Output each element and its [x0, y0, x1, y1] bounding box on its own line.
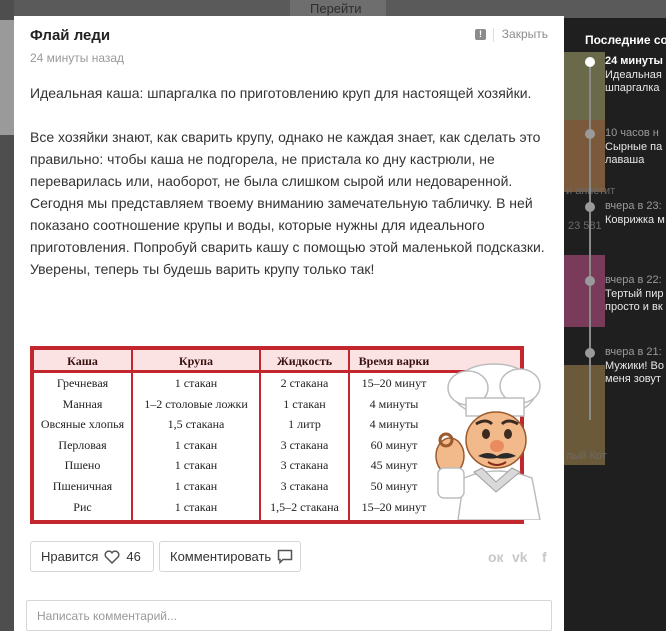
- table-cell: 1,5 стакана: [167, 417, 225, 432]
- table-cell: 2 стакана: [280, 376, 329, 390]
- table-cell: 3 стакана: [280, 437, 329, 452]
- table-cell: Перловая: [58, 437, 107, 452]
- table-cell: Пшеничная: [52, 478, 113, 493]
- report-icon[interactable]: !: [475, 29, 486, 40]
- sidebar-item-time: 24 минуты: [605, 55, 663, 67]
- post-paragraph: Все хозяйки знают, как сварить крупу, од…: [30, 129, 545, 277]
- timeline-line: [589, 60, 591, 420]
- sidebar-item-time: 10 часов н: [605, 127, 659, 139]
- like-label: Нравится: [41, 549, 99, 564]
- table-cell: Овсяные хлопья: [40, 417, 125, 432]
- table-cell: 1 стакан: [283, 396, 326, 411]
- background-card: [0, 20, 14, 135]
- table-cell: 1 литр: [288, 417, 321, 432]
- table-cell: 1 стакан: [174, 458, 218, 473]
- sidebar-item-time: вчера в 23:: [605, 200, 662, 212]
- table-cell: 50 минут: [370, 478, 418, 493]
- table-cell: Гречневая: [56, 376, 109, 390]
- facebook-icon[interactable]: f: [542, 549, 547, 565]
- timeline-dot: [585, 129, 595, 139]
- sidebar-title: Последние со: [585, 33, 666, 47]
- header-divider: [493, 28, 494, 42]
- background-thumbnail: [563, 255, 605, 327]
- background-thumbnail: [563, 120, 605, 192]
- post-time[interactable]: 24 минуты назад: [30, 51, 548, 65]
- like-button[interactable]: Нравится 46: [30, 541, 154, 572]
- background-snippet: лый Кот: [566, 450, 607, 462]
- table-column-kasha: Каша Гречневая Манная Овсяные хлопья Пер…: [34, 350, 131, 520]
- table-cell: 3 стакана: [280, 458, 329, 473]
- background-thumbnail: [563, 52, 605, 124]
- table-cell: 4 минуты: [369, 417, 419, 432]
- odnoklassniki-icon[interactable]: ок: [488, 549, 504, 565]
- post-header: Флай леди 24 минуты назад ! Закрыть: [30, 27, 548, 65]
- table-cell: 1–2 столовые ложки: [144, 396, 248, 411]
- table-column-time: Время варки 15–20 минут 4 минуты 4 минут…: [350, 350, 438, 520]
- post-paragraph: Идеальная каша: шпаргалка по приготовлен…: [30, 85, 532, 101]
- table-cell: 1 стакан: [174, 499, 218, 514]
- sidebar-item-text: Идеальная шпаргалка: [605, 69, 662, 94]
- table-header: Жидкость: [276, 354, 333, 368]
- table-cell: 4 минуты: [369, 396, 419, 411]
- table-cell: Пшено: [64, 458, 101, 473]
- table-cell: 3 стакана: [280, 478, 329, 493]
- table-cell: 1 стакан: [174, 376, 218, 390]
- heart-icon: [104, 549, 120, 564]
- table-cell: Манная: [62, 396, 103, 411]
- table-cell: 60 минут: [370, 437, 418, 452]
- chef-illustration: [435, 363, 541, 520]
- timeline-dot: [585, 348, 595, 358]
- table-column-krupa: Крупа 1 стакан 1–2 столовые ложки 1,5 ст…: [133, 350, 259, 520]
- post-body: Идеальная каша: шпаргалка по приготовлен…: [30, 82, 550, 302]
- table-cell: 1 стакан: [174, 437, 218, 452]
- vk-icon[interactable]: vk: [512, 549, 528, 565]
- table-header: Каша: [67, 354, 98, 368]
- like-count: 46: [126, 549, 141, 564]
- table-cell: 15–20 минут: [361, 376, 427, 390]
- table-cell: 1,5–2 стакана: [270, 499, 339, 514]
- sidebar-item-text: Мужики! Во меня зовут: [605, 360, 664, 385]
- post-image[interactable]: Каша Гречневая Манная Овсяные хлопья Пер…: [30, 346, 550, 526]
- table-cell: 45 минут: [370, 458, 418, 473]
- table-column-liquid: Жидкость 2 стакана 1 стакан 1 литр 3 ста…: [261, 350, 348, 520]
- table-cell: Рис: [73, 499, 92, 514]
- table-cell: 15–20 минут: [361, 499, 427, 514]
- sidebar-item-text: Тертый пир просто и вк: [605, 288, 664, 313]
- post-actions: Нравится 46 Комментировать ок vk f: [30, 541, 550, 573]
- background-snippet: 23 581: [568, 220, 602, 232]
- post-modal: Флай леди 24 минуты назад ! Закрыть Идеа…: [14, 16, 564, 631]
- comment-button[interactable]: Комментировать: [159, 541, 301, 572]
- sidebar-item-text: Сырные па лаваша: [605, 141, 663, 166]
- sidebar-item-time: вчера в 22:: [605, 274, 662, 286]
- table-header: Время варки: [358, 354, 430, 368]
- post-author[interactable]: Флай леди: [30, 27, 548, 44]
- sidebar-item-text: Коврижка м: [605, 214, 665, 226]
- table-header: Крупа: [178, 354, 214, 368]
- table-cell: 1 стакан: [174, 478, 218, 493]
- comment-input[interactable]: Написать комментарий...: [26, 600, 552, 631]
- timeline-dot: [585, 57, 595, 67]
- comment-label: Комментировать: [170, 549, 272, 564]
- timeline-dot: [585, 202, 595, 212]
- speech-bubble-icon: [277, 549, 293, 564]
- sidebar-item-time: вчера в 21:: [605, 346, 662, 358]
- close-button[interactable]: Закрыть: [502, 27, 548, 41]
- timeline-dot: [585, 276, 595, 286]
